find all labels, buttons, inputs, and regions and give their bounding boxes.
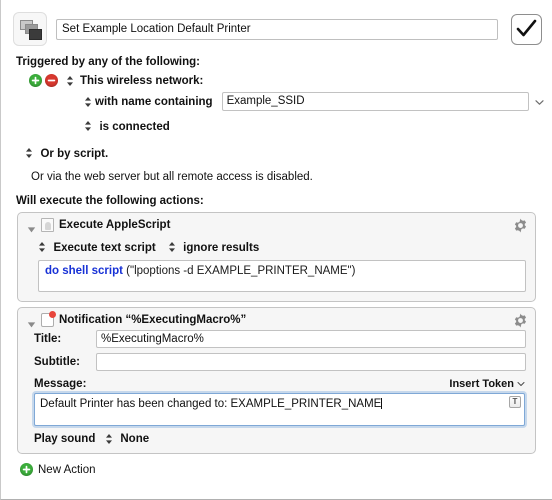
execute-mode-stepper[interactable] <box>38 241 46 253</box>
notification-icon <box>41 311 56 327</box>
execute-mode-label: Execute text script <box>53 242 156 254</box>
trigger-row-or-by-script: Or by script. <box>1 144 552 162</box>
trigger-type-label: This wireless network: <box>80 74 204 87</box>
new-action-label: New Action <box>38 463 96 476</box>
action-header: Execute AppleScript <box>18 213 535 235</box>
script-body: ("lpoptions -d EXAMPLE_PRINTER_NAME") <box>122 265 356 277</box>
or-by-script-stepper[interactable] <box>25 147 33 159</box>
notification-title-label: Title: <box>34 333 62 345</box>
name-condition-stepper[interactable] <box>84 96 92 108</box>
macro-title-input[interactable]: Set Example Location Default Printer <box>56 18 498 40</box>
confirm-checkmark-button[interactable] <box>511 13 542 45</box>
name-condition-label: with name containing <box>95 95 213 108</box>
web-server-note: Or via the web server but all remote acc… <box>1 167 552 185</box>
macro-header: Set Example Location Default Printer <box>1 0 552 46</box>
play-sound-label: Play sound <box>34 433 96 445</box>
chevron-down-icon <box>535 99 544 105</box>
connection-state-stepper[interactable] <box>84 120 92 132</box>
new-action-plus-icon <box>20 463 33 476</box>
action-execute-applescript: Execute AppleScript Execute text script <box>17 212 536 302</box>
trigger-row-name-containing: with name containing Example_SSID <box>1 92 552 111</box>
notification-message-label: Message: <box>34 378 87 390</box>
checkmark-icon <box>516 19 537 37</box>
remove-trigger-button[interactable] <box>45 74 58 87</box>
token-type-button[interactable]: T <box>509 396 521 408</box>
action-title: Execute AppleScript <box>59 219 171 231</box>
action-title: Notification “%ExecutingMacro%” <box>59 314 247 326</box>
notification-badge-dot <box>49 311 56 318</box>
notification-message-wrap: Default Printer has been changed to: EXA… <box>34 393 525 426</box>
gear-icon <box>514 218 527 233</box>
script-keyword: do shell script <box>45 265 123 277</box>
disclosure-triangle-down-icon[interactable] <box>27 316 36 327</box>
chevron-down-icon <box>517 382 525 386</box>
insert-token-label: Insert Token <box>449 378 514 390</box>
action-notification: Notification “%ExecutingMacro%” Title: %… <box>17 307 536 454</box>
or-by-script-label: Or by script. <box>40 148 109 160</box>
notification-play-sound-row: Play sound None <box>18 426 535 453</box>
minus-circle-icon <box>47 79 56 82</box>
ssid-dropdown-button[interactable] <box>535 93 544 111</box>
gear-icon <box>514 313 527 328</box>
results-mode-label: ignore results <box>183 242 260 254</box>
trigger-row-wireless: This wireless network: <box>1 74 552 87</box>
action-gear-button[interactable] <box>513 313 528 328</box>
notification-title-input[interactable]: %ExecutingMacro% <box>96 330 526 348</box>
notification-message-text: Default Printer has been changed to: EXA… <box>40 398 382 410</box>
connection-state-label: is connected <box>99 121 170 133</box>
notification-message-header: Message: Insert Token <box>18 376 535 393</box>
ssid-input[interactable]: Example_SSID <box>221 92 529 111</box>
notification-subtitle-row: Subtitle: <box>18 353 535 371</box>
notification-subtitle-input[interactable] <box>96 353 526 371</box>
applescript-icon <box>41 218 54 232</box>
notification-message-input[interactable]: Default Printer has been changed to: EXA… <box>34 393 525 426</box>
triggers-heading: Triggered by any of the following: <box>16 56 201 68</box>
notification-subtitle-label: Subtitle: <box>34 356 80 368</box>
trigger-row-is-connected: is connected <box>1 117 552 135</box>
action-header: Notification “%ExecutingMacro%” <box>18 308 535 330</box>
new-action-button[interactable]: New Action <box>1 463 552 476</box>
web-server-note-text: Or via the web server but all remote acc… <box>31 171 313 183</box>
trigger-type-stepper[interactable] <box>66 75 74 87</box>
notification-title-row: Title: %ExecutingMacro% <box>18 330 535 348</box>
text-caret <box>381 398 383 409</box>
plus-circle-icon <box>31 76 40 85</box>
macro-editor-window: Set Example Location Default Printer Tri… <box>0 0 552 500</box>
play-sound-stepper[interactable] <box>105 433 113 445</box>
add-trigger-button[interactable] <box>29 74 42 87</box>
applescript-editor[interactable]: do shell script ("lpoptions -d EXAMPLE_P… <box>38 260 526 292</box>
applescript-options: Execute text script ignore results <box>18 235 535 260</box>
play-sound-value: None <box>120 433 150 445</box>
results-mode-stepper[interactable] <box>168 241 176 253</box>
actions-heading: Will execute the following actions: <box>16 195 204 207</box>
action-gear-button[interactable] <box>513 218 528 233</box>
disclosure-triangle-down-icon[interactable] <box>27 221 36 232</box>
insert-token-button[interactable]: Insert Token <box>449 378 525 390</box>
macro-stack-icon <box>13 12 47 46</box>
